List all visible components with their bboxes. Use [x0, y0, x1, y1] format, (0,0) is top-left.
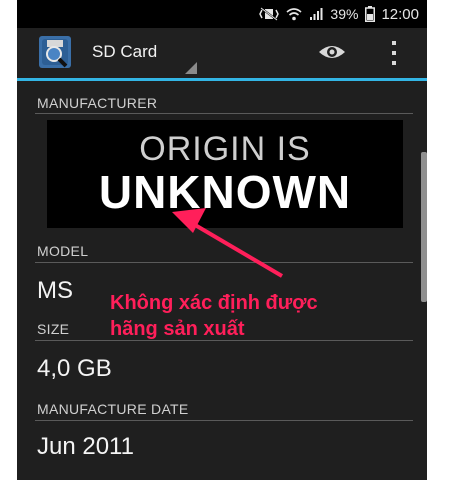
manufacture-date-value: Jun 2011 [37, 433, 134, 460]
wifi-icon [286, 7, 302, 21]
banner-line-1: ORIGIN IS [139, 130, 311, 168]
overflow-menu-icon[interactable] [387, 40, 401, 66]
dropdown-triangle-icon[interactable] [185, 62, 197, 74]
mute-vibrate-icon [259, 7, 280, 21]
battery-percent: 39% [330, 6, 359, 22]
model-divider [35, 262, 413, 263]
manufacturer-divider [35, 113, 413, 114]
eye-icon[interactable] [317, 40, 347, 64]
manufacture-date-label: MANUFACTURE DATE [37, 401, 189, 417]
annotation-line-1: Không xác định được [110, 292, 318, 314]
annotation-text: Không xác định được hãng sản xuất [110, 290, 390, 342]
banner-line-2: UNKNOWN [98, 166, 352, 218]
battery-icon [365, 6, 376, 22]
annotation-line-2: hãng sản xuất [110, 318, 245, 340]
signal-icon [309, 7, 323, 21]
model-value: MS [37, 277, 73, 304]
app-bar: SD Card [17, 28, 427, 81]
manufacturer-label: MANUFACTURER [37, 95, 158, 111]
size-label: SIZE [37, 321, 70, 337]
size-value: 4,0 GB [37, 355, 112, 382]
scrollbar[interactable] [421, 152, 427, 302]
app-title[interactable]: SD Card [92, 42, 157, 62]
model-label: MODEL [37, 243, 89, 259]
sd-card-app-icon[interactable] [39, 36, 71, 68]
origin-unknown-banner: ORIGIN IS UNKNOWN [47, 120, 403, 228]
manufacture-date-divider [35, 420, 413, 421]
phone-screen: 39% 12:00 SD Card MANUFACTURER ORIGIN IS… [17, 0, 427, 480]
clock: 12:00 [381, 5, 419, 23]
status-bar: 39% 12:00 [17, 0, 427, 28]
